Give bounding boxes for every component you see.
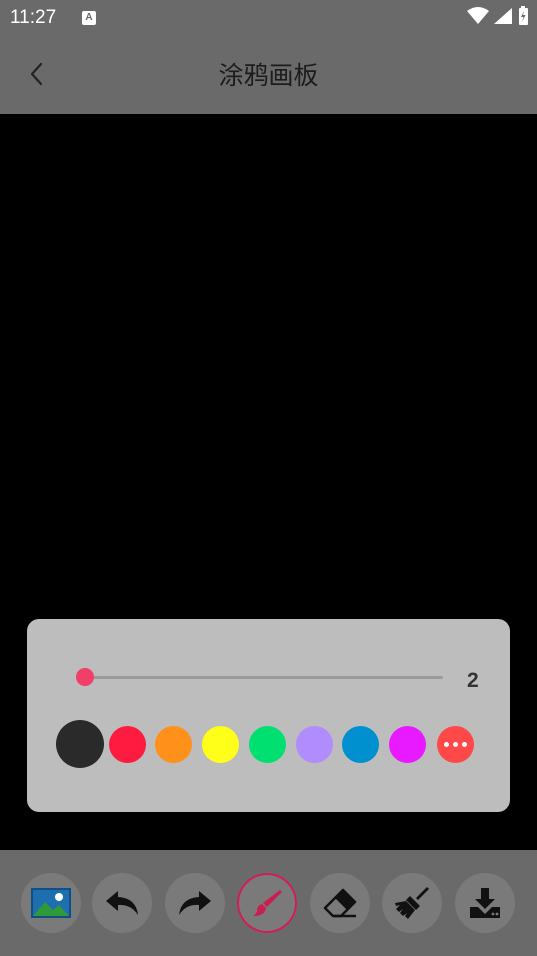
clear-button[interactable] (382, 873, 442, 933)
color-swatch[interactable] (295, 725, 333, 763)
app-bar: 涂鸦画板 (0, 34, 537, 114)
undo-button[interactable] (92, 873, 152, 933)
more-dot-icon (452, 741, 458, 747)
color-swatch[interactable] (56, 720, 104, 768)
color-swatch[interactable] (154, 725, 192, 763)
clear-icon (395, 887, 429, 919)
download-icon (470, 888, 500, 918)
color-swatch[interactable] (248, 725, 286, 763)
battery-icon (519, 6, 528, 25)
download-button[interactable] (455, 873, 515, 933)
redo-button[interactable] (165, 873, 225, 933)
image-button[interactable] (21, 873, 81, 933)
image-icon (31, 888, 71, 918)
more-colors-button[interactable] (436, 725, 474, 763)
brush-size-slider-thumb[interactable] (76, 668, 94, 686)
undo-icon (106, 891, 138, 915)
redo-icon (179, 891, 211, 915)
notification-icon: A (82, 11, 96, 25)
color-swatch[interactable] (108, 725, 146, 763)
signal-icon (494, 8, 512, 24)
brush-button[interactable] (237, 873, 297, 933)
page-title: 涂鸦画板 (218, 61, 319, 90)
eraser-icon (323, 888, 357, 918)
more-dot-icon (443, 741, 449, 747)
system-icons (467, 6, 529, 26)
brush-icon (253, 890, 282, 916)
eraser-button[interactable] (310, 873, 370, 933)
more-dot-icon (461, 741, 467, 747)
color-swatch[interactable] (201, 725, 239, 763)
color-swatch[interactable] (341, 725, 379, 763)
color-swatch[interactable] (388, 725, 426, 763)
bottom-toolbar (0, 850, 537, 956)
status-time: 11:27 (10, 7, 57, 28)
brush-size-value: 2 (467, 669, 479, 692)
brush-settings-panel: 2 (27, 619, 510, 812)
status-bar: 11:27 A (0, 0, 537, 34)
brush-size-slider[interactable] (85, 676, 443, 679)
wifi-icon (467, 7, 489, 24)
